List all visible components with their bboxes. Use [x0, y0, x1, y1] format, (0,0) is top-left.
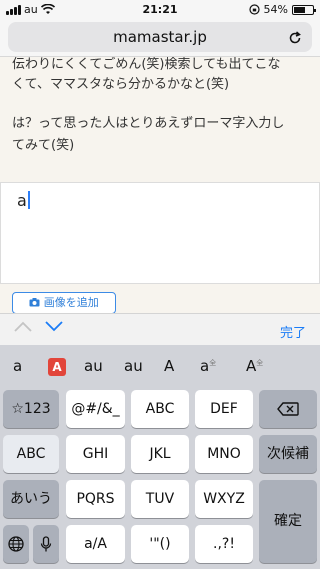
browser-toolbar: mamastar.jp	[0, 20, 320, 57]
text-caret	[27, 191, 30, 209]
ghi-key[interactable]: GHI	[66, 435, 125, 473]
done-button[interactable]: 完了	[280, 322, 306, 341]
keyboard-accessory-bar: 完了	[0, 313, 320, 346]
abc-mode-key[interactable]: ABC	[3, 435, 59, 473]
reload-icon[interactable]	[288, 22, 302, 52]
backspace-icon	[277, 402, 299, 416]
kana-mode-key[interactable]: あいう	[3, 480, 59, 518]
quotes-key[interactable]: '"()	[131, 525, 189, 563]
tuv-key[interactable]: TUV	[131, 480, 189, 518]
textarea-value: a	[17, 191, 30, 210]
next-field-icon[interactable]	[45, 320, 63, 332]
mno-key[interactable]: MNO	[195, 435, 253, 473]
pqrs-key[interactable]: PQRS	[66, 480, 125, 518]
jkl-key[interactable]: JKL	[131, 435, 189, 473]
def-key[interactable]: DEF	[195, 390, 253, 428]
candidate[interactable]: au	[124, 357, 143, 375]
battery-icon	[292, 4, 316, 15]
candidate[interactable]: a	[13, 357, 22, 375]
symbols-key[interactable]: @#/&_	[66, 390, 125, 428]
address-bar[interactable]: mamastar.jp	[8, 22, 312, 52]
url-text: mamastar.jp	[113, 28, 207, 46]
previous-field-icon[interactable]	[14, 320, 32, 332]
abc-letter-key[interactable]: ABC	[131, 390, 189, 428]
article-line: 伝わりにくくてごめん(笑)検索しても出てこな	[12, 57, 281, 72]
article-line: は？って思った人はとりあえずローマ字入力し	[12, 116, 285, 131]
rotation-lock-icon	[248, 4, 260, 15]
microphone-icon	[40, 535, 52, 551]
keyboard: a A au au A a全 A全 ☆123 @#/&_ ABC DEF ABC…	[0, 345, 320, 569]
camera-icon	[29, 298, 40, 307]
globe-icon	[8, 536, 24, 552]
add-image-label: 画像を追加	[43, 296, 99, 309]
status-bar: au 21:21 54%	[0, 0, 320, 20]
battery-percent: 54%	[263, 3, 288, 16]
backspace-key[interactable]	[259, 390, 317, 428]
punctuation-key[interactable]: .,?!	[195, 525, 253, 563]
candidate[interactable]: a全	[200, 357, 216, 375]
numbers-key[interactable]: ☆123	[3, 390, 59, 428]
candidate[interactable]: A全	[246, 357, 263, 375]
candidate[interactable]: A	[164, 357, 174, 375]
article-line: くて、ママスタなら分かるかなと(笑)	[12, 77, 230, 92]
microphone-key[interactable]	[33, 525, 59, 563]
wxyz-key[interactable]: WXYZ	[195, 480, 253, 518]
globe-key[interactable]	[3, 525, 29, 563]
article-content: 伝わりにくくてごめん(笑)検索しても出てこな くて、ママスタなら分かるかなと(笑…	[0, 57, 320, 181]
case-toggle-key[interactable]: a/A	[66, 525, 125, 563]
confirm-key[interactable]: 確定	[259, 480, 317, 563]
status-right: 54%	[248, 3, 316, 16]
article-line: てみて(笑)	[12, 138, 75, 153]
candidate[interactable]: au	[84, 357, 103, 375]
next-candidate-key[interactable]: 次候補	[259, 435, 317, 473]
add-image-button[interactable]: 画像を追加	[12, 292, 116, 314]
candidate-emoji[interactable]: A	[48, 358, 66, 376]
candidate-bar: a A au au A a全 A全	[0, 345, 320, 385]
comment-textarea[interactable]: a	[0, 182, 320, 284]
